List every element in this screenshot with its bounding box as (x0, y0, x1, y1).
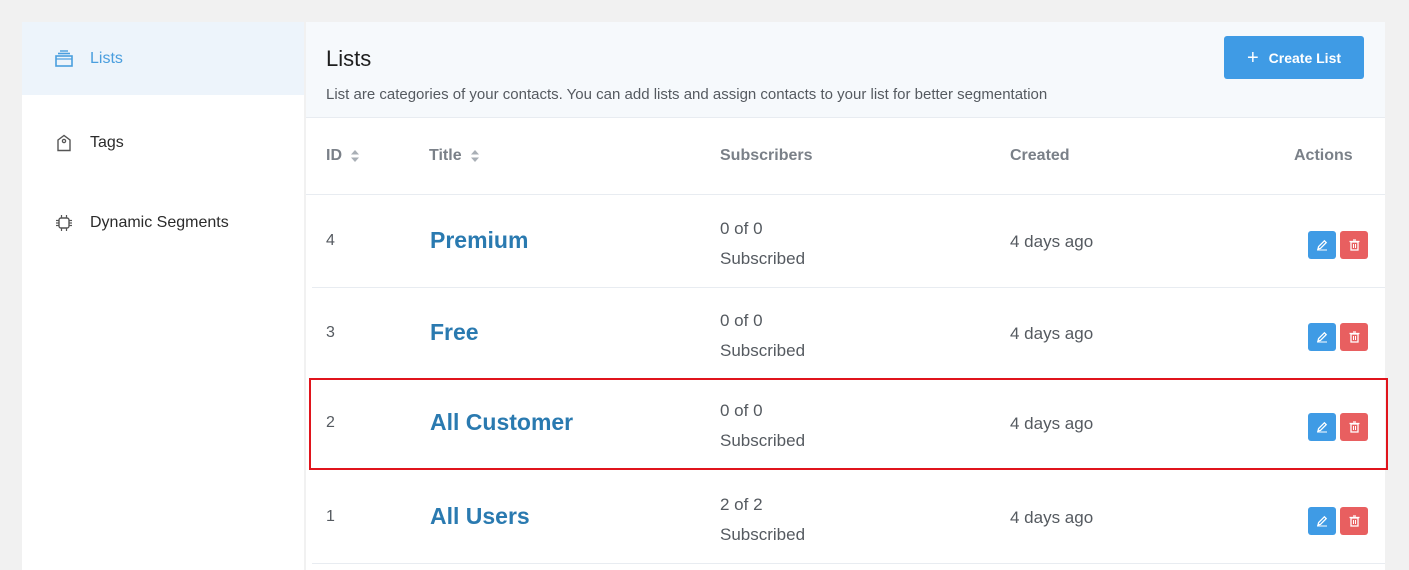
subscriber-label: Subscribed (720, 249, 806, 268)
row-subscribers: 0 of 0 Subscribed (720, 214, 805, 274)
subscriber-label: Subscribed (720, 341, 806, 360)
row-title-link[interactable]: All Users (430, 503, 530, 530)
subscriber-label: Subscribed (720, 431, 806, 450)
column-header-label: Title (429, 147, 462, 164)
sidebar-item-dynamic-segments[interactable]: Dynamic Segments (22, 186, 304, 259)
row-actions (1308, 413, 1368, 441)
sidebar: Lists Tags Dynamic Segments (22, 22, 304, 570)
row-id: 2 (326, 414, 335, 431)
edit-button[interactable] (1308, 231, 1336, 259)
page-header: Lists List are categories of your contac… (306, 22, 1385, 118)
plus-icon: + (1246, 46, 1259, 69)
column-header-title[interactable]: Title (429, 147, 480, 165)
layers-icon (52, 47, 76, 71)
row-subscribers: 0 of 0 Subscribed (720, 306, 805, 366)
subscriber-count: 2 of 2 (720, 495, 763, 514)
delete-button[interactable] (1340, 413, 1368, 441)
subscriber-label: Subscribed (720, 525, 806, 544)
row-subscribers: 0 of 0 Subscribed (720, 396, 805, 456)
column-header-subscribers: Subscribers (720, 147, 813, 164)
table-row: 4 Premium 0 of 0 Subscribed 4 days ago (312, 196, 1385, 288)
table-row: 1 All Users 2 of 2 Subscribed 4 days ago (312, 472, 1385, 564)
edit-button[interactable] (1308, 323, 1336, 351)
create-list-button[interactable]: + Create List (1224, 36, 1364, 79)
table-row: 3 Free 0 of 0 Subscribed 4 days ago (312, 288, 1385, 380)
page-description: List are categories of your contacts. Yo… (326, 86, 1048, 103)
sort-icon[interactable] (350, 149, 360, 163)
sort-icon[interactable] (470, 149, 480, 163)
subscriber-count: 0 of 0 (720, 401, 763, 420)
row-title-link[interactable]: All Customer (430, 409, 573, 436)
delete-button[interactable] (1340, 323, 1368, 351)
sidebar-item-label: Tags (90, 133, 124, 151)
page-title: Lists (326, 46, 372, 71)
table-row-highlighted: 2 All Customer 0 of 0 Subscribed 4 days … (309, 378, 1388, 470)
column-header-actions: Actions (1294, 147, 1353, 164)
row-id: 4 (326, 232, 335, 249)
main-panel: Lists List are categories of your contac… (306, 22, 1388, 570)
subscriber-count: 0 of 0 (720, 219, 763, 238)
row-subscribers: 2 of 2 Subscribed (720, 490, 805, 550)
sidebar-item-tags[interactable]: Tags (22, 106, 304, 179)
pencil-icon (1317, 331, 1328, 343)
delete-button[interactable] (1340, 231, 1368, 259)
tag-icon (52, 131, 76, 155)
trash-icon (1349, 331, 1359, 343)
trash-icon (1349, 239, 1359, 251)
chip-icon (52, 211, 76, 235)
table-header: ID Title Subscribers Created Actions (306, 119, 1385, 195)
column-header-label: ID (326, 147, 342, 164)
row-title-link[interactable]: Premium (430, 227, 528, 254)
row-created: 4 days ago (1010, 324, 1094, 343)
row-actions (1308, 231, 1368, 259)
create-list-label: Create List (1268, 49, 1342, 66)
row-created: 4 days ago (1010, 414, 1094, 433)
row-id: 1 (326, 508, 335, 525)
row-created: 4 days ago (1010, 232, 1094, 251)
row-title-link[interactable]: Free (430, 319, 479, 346)
subscriber-count: 0 of 0 (720, 311, 763, 330)
edit-button[interactable] (1308, 413, 1336, 441)
pencil-icon (1317, 515, 1328, 527)
delete-button[interactable] (1340, 507, 1368, 535)
edit-button[interactable] (1308, 507, 1336, 535)
pencil-icon (1317, 421, 1328, 433)
sidebar-item-label: Dynamic Segments (90, 213, 229, 231)
trash-icon (1349, 515, 1359, 527)
row-id: 3 (326, 324, 335, 341)
column-header-id[interactable]: ID (326, 147, 360, 165)
column-header-created: Created (1010, 147, 1070, 164)
row-actions (1308, 323, 1368, 351)
sidebar-item-lists[interactable]: Lists (22, 22, 304, 95)
pencil-icon (1317, 239, 1328, 251)
row-created: 4 days ago (1010, 508, 1094, 527)
trash-icon (1349, 421, 1359, 433)
row-actions (1308, 507, 1368, 535)
sidebar-item-label: Lists (90, 49, 123, 67)
